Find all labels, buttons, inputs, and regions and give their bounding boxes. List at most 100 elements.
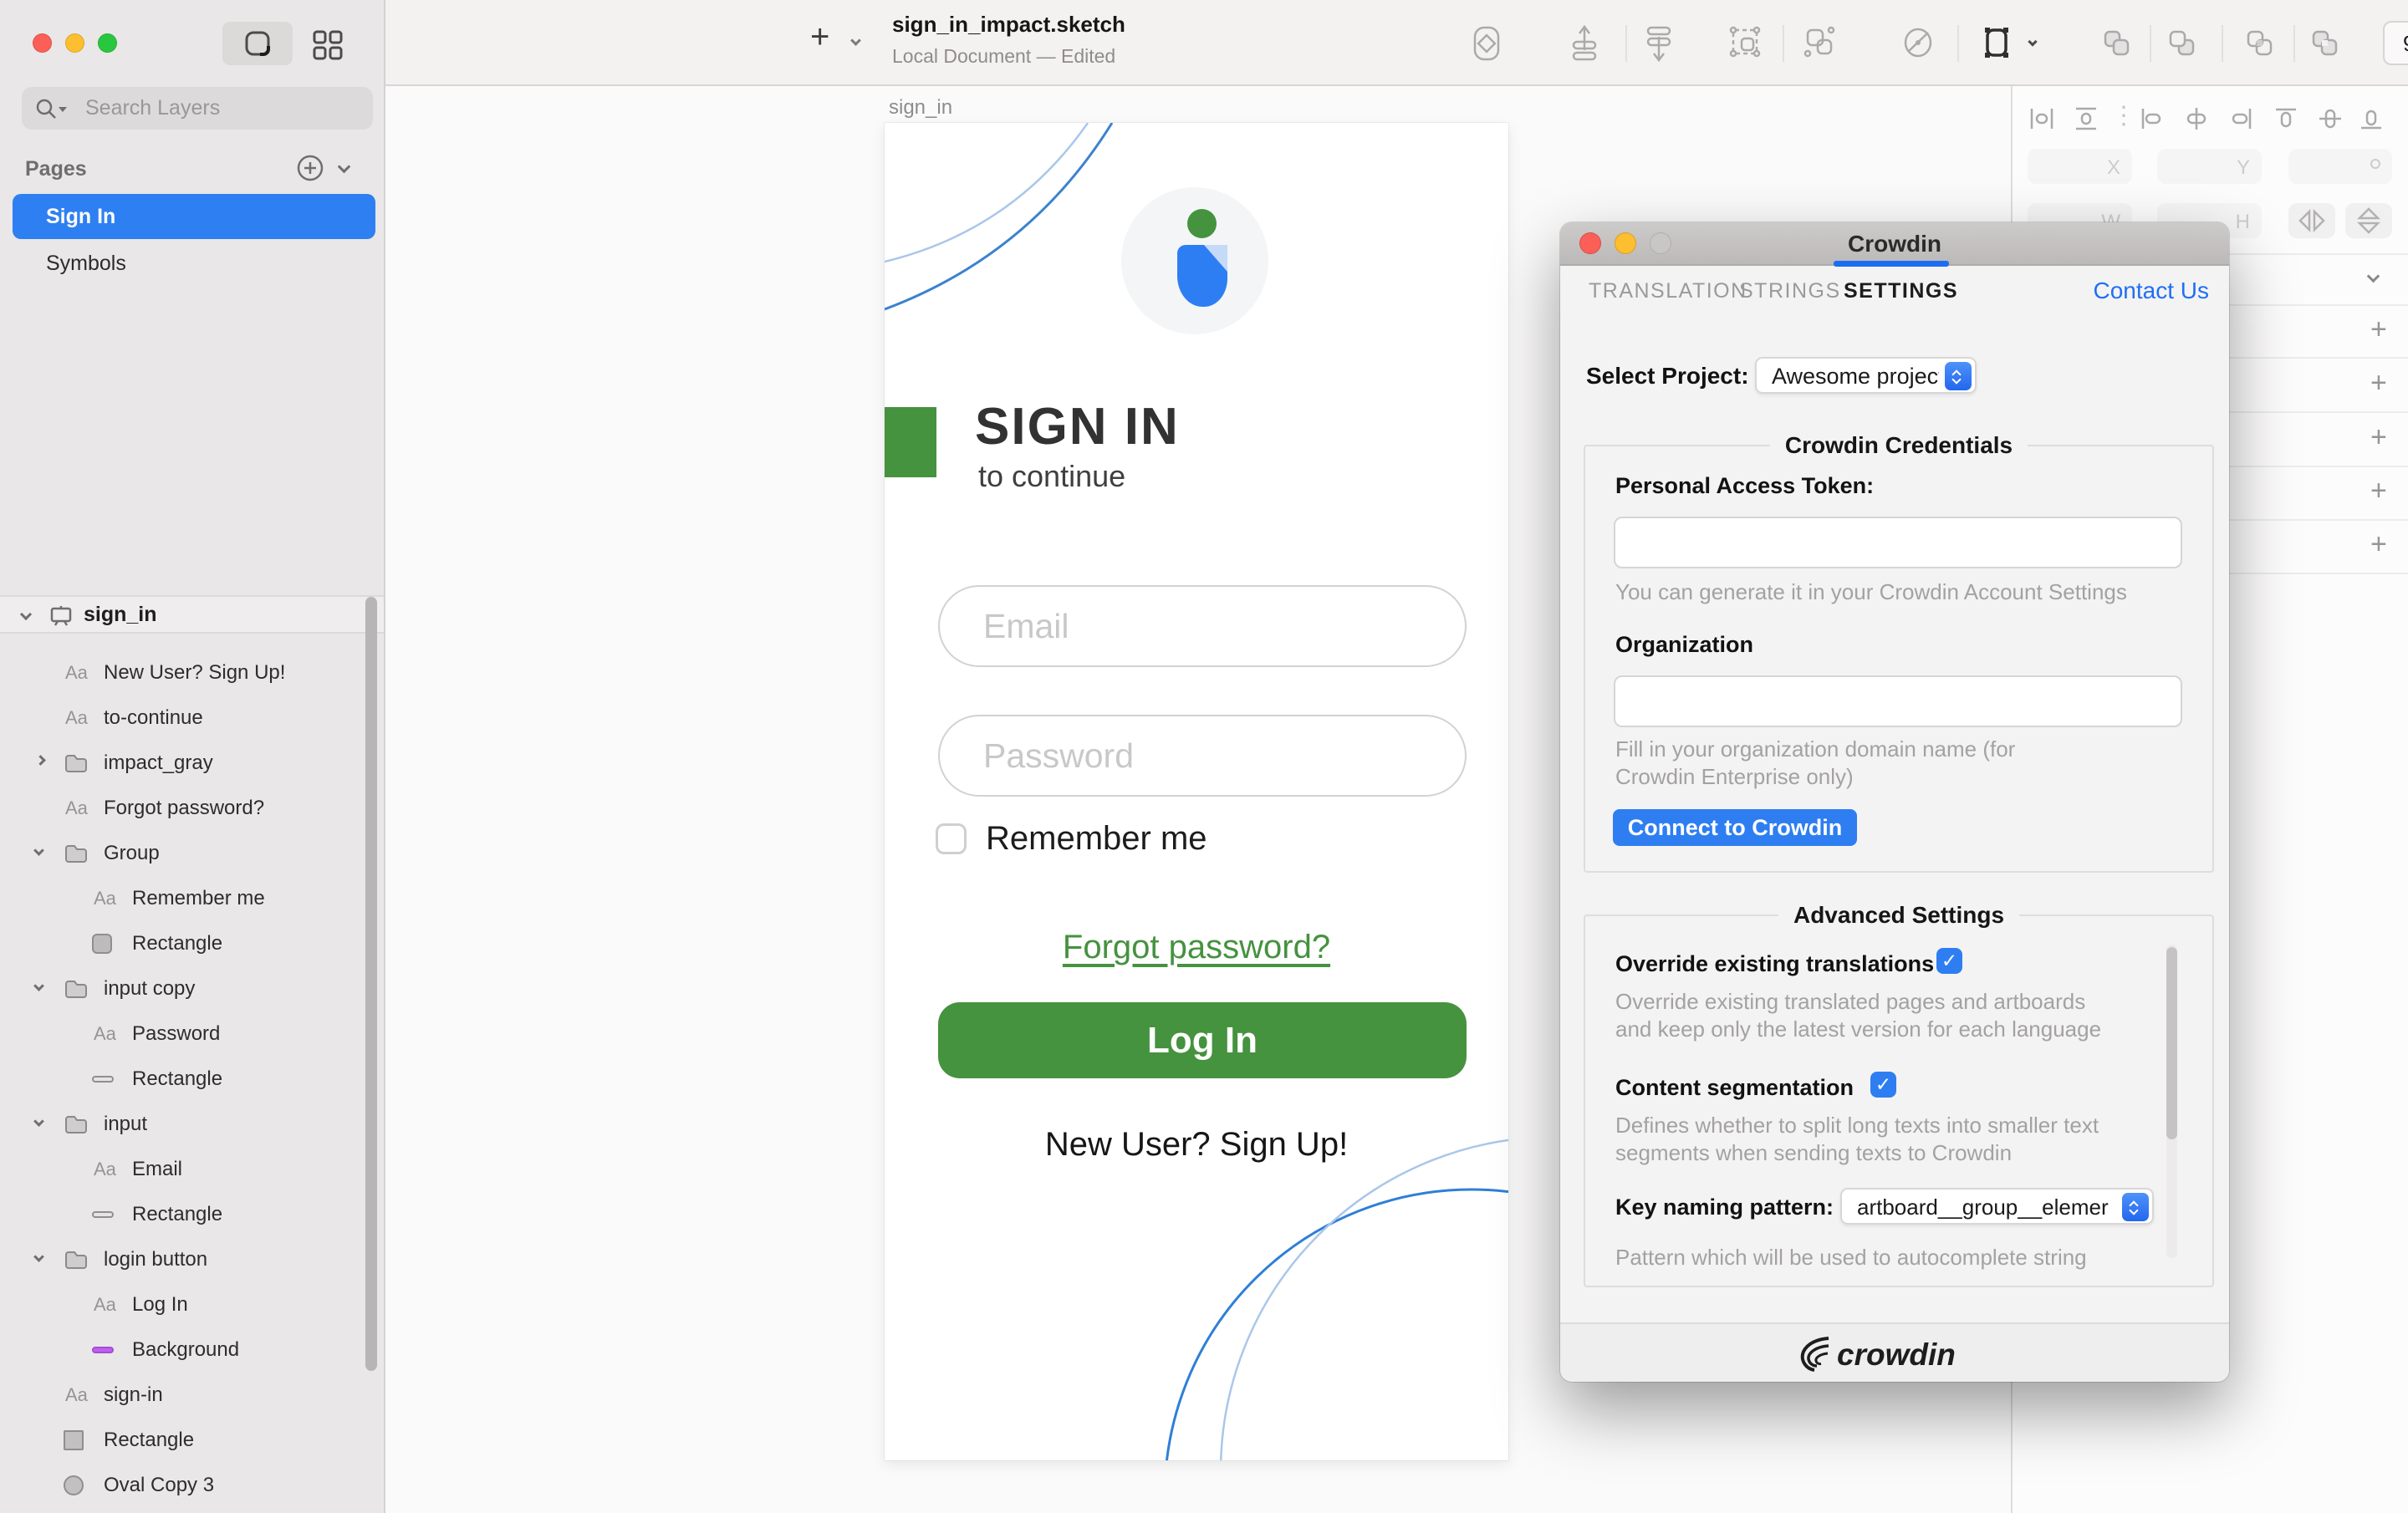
insert-frame-chevron-icon[interactable] [2028,37,2037,46]
layer-row[interactable]: Rectangle [0,1418,374,1463]
group-icon[interactable] [1727,23,1763,62]
layer-row[interactable]: AaForgot password? [0,786,374,831]
tab-translation[interactable]: TRANSLATION [1589,279,1747,303]
artboard-title-label[interactable]: sign_in [889,96,952,120]
page-label: Symbols [46,252,126,275]
forgot-password-link[interactable]: Forgot password? [885,929,1508,966]
sidebar-scrollbar[interactable] [365,597,377,1371]
token-input[interactable] [1614,517,2182,568]
layer-row[interactable]: input [0,1102,374,1147]
send-backward-icon[interactable] [1640,22,1677,65]
grid-view-button[interactable] [311,28,344,62]
chevron-down-icon[interactable] [33,981,44,991]
add-style-icon[interactable]: + [2370,475,2387,507]
artboard-sign-in[interactable]: SIGN IN to continue Email Password Remem… [885,123,1508,1460]
layer-artboard-row[interactable]: sign_in [0,595,384,634]
remember-me-label: Remember me [986,822,1207,855]
add-style-icon[interactable]: + [2370,421,2387,454]
contact-us-link[interactable]: Contact Us [2094,278,2210,304]
override-translations-checkbox[interactable]: ✓ [1936,948,1962,974]
sidebar-page-sign-in[interactable]: Sign In [13,194,375,239]
chevron-right-icon[interactable] [35,755,46,766]
distribute-vertical-icon[interactable] [2072,104,2100,133]
rotation-field[interactable] [2288,149,2392,184]
layer-row[interactable]: Aasign-in [0,1373,374,1418]
sidebar-page-symbols[interactable]: Symbols [13,241,375,286]
tab-settings[interactable]: SETTINGS [1844,279,1958,303]
boolean-subtract-icon[interactable] [2164,25,2201,62]
window-close-button[interactable] [33,33,52,53]
align-right-icon[interactable] [2227,104,2255,133]
chevron-down-icon[interactable] [20,609,32,620]
insert-frame-icon[interactable] [1979,22,2021,65]
distribute-horizontal-icon[interactable] [2028,104,2056,133]
search-input[interactable] [22,87,373,130]
canvas-view-toggle-button[interactable] [222,22,293,65]
boolean-intersect-icon[interactable] [2242,25,2278,62]
ungroup-icon[interactable] [1801,23,1838,62]
boolean-union-icon[interactable] [2099,25,2135,62]
document-title: sign_in_impact.sketch [892,12,1125,38]
align-middle-vertical-icon[interactable] [2316,104,2344,133]
align-center-horizontal-icon[interactable] [2182,104,2211,133]
layer-label: Rectangle [132,1057,222,1102]
advanced-scrollbar-thumb[interactable] [2166,947,2177,1139]
project-select-dropdown[interactable]: Awesome project [1755,357,1977,394]
flip-horizontal-button[interactable] [2288,203,2335,238]
sign-up-link[interactable]: New User? Sign Up! [885,1126,1508,1164]
flip-vertical-button[interactable] [2345,203,2392,238]
layer-row[interactable]: AaNew User? Sign Up! [0,650,374,695]
add-style-icon[interactable]: + [2370,528,2387,561]
dialog-titlebar[interactable]: Crowdin [1560,222,2229,266]
layer-row[interactable]: AaRemember me [0,876,374,921]
layer-row[interactable]: Group [0,831,374,876]
logo-green-dot [1187,209,1217,238]
layer-row[interactable]: login button [0,1237,374,1282]
pages-collapse-icon[interactable] [338,160,351,174]
layer-row[interactable]: AaEmail [0,1147,374,1192]
layer-row[interactable]: input copy [0,966,374,1011]
layer-row[interactable]: AaLog In [0,1282,374,1327]
layer-row[interactable]: Rectangle [0,921,374,966]
bring-forward-icon[interactable] [1566,22,1603,65]
email-field[interactable]: Email [938,585,1467,667]
window-zoom-button[interactable] [98,33,117,53]
window-minimize-button[interactable] [65,33,84,53]
create-symbol-icon[interactable] [1468,23,1505,64]
sign-in-heading: SIGN IN [975,397,1180,456]
password-field[interactable]: Password [938,715,1467,797]
chevron-down-icon[interactable] [33,1251,44,1262]
add-page-icon[interactable] [294,152,326,184]
add-style-icon[interactable]: + [2370,313,2387,346]
key-naming-pattern-dropdown[interactable]: artboard__group__elemer [1840,1188,2154,1225]
align-left-icon[interactable] [2138,104,2166,133]
insert-plus-icon[interactable]: + [810,18,829,56]
layer-row[interactable]: Oval Copy 3 [0,1463,374,1508]
zoom-level-dropdown[interactable]: 90% [2383,21,2408,65]
log-in-button[interactable]: Log In [938,1002,1467,1078]
section-collapse-icon[interactable] [2367,270,2380,283]
layer-row[interactable]: Rectangle [0,1192,374,1237]
align-top-icon[interactable] [2272,104,2300,133]
more-options-icon: ⋮ [2111,101,2136,130]
content-segmentation-checkbox[interactable]: ✓ [1870,1072,1896,1098]
impact-logo-icon [1177,245,1227,307]
tab-strings[interactable]: STRINGS [1739,279,1841,303]
insert-chevron-icon[interactable] [850,35,861,46]
y-position-field[interactable]: Y [2157,149,2262,184]
layer-row[interactable]: AaPassword [0,1011,374,1057]
chevron-down-icon[interactable] [33,1116,44,1127]
mask-icon[interactable] [1900,23,1936,62]
layer-row[interactable]: Background [0,1327,374,1373]
add-style-icon[interactable]: + [2370,367,2387,400]
layer-row[interactable]: Rectangle [0,1057,374,1102]
layer-row[interactable]: Aato-continue [0,695,374,741]
boolean-difference-icon[interactable] [2307,25,2344,62]
organization-input[interactable] [1614,675,2182,727]
align-bottom-icon[interactable] [2357,104,2385,133]
chevron-down-icon[interactable] [33,845,44,856]
remember-me-checkbox[interactable] [936,823,967,854]
connect-to-crowdin-button[interactable]: Connect to Crowdin [1613,809,1857,846]
x-position-field[interactable]: X [2028,149,2132,184]
layer-row[interactable]: impact_gray [0,741,374,786]
